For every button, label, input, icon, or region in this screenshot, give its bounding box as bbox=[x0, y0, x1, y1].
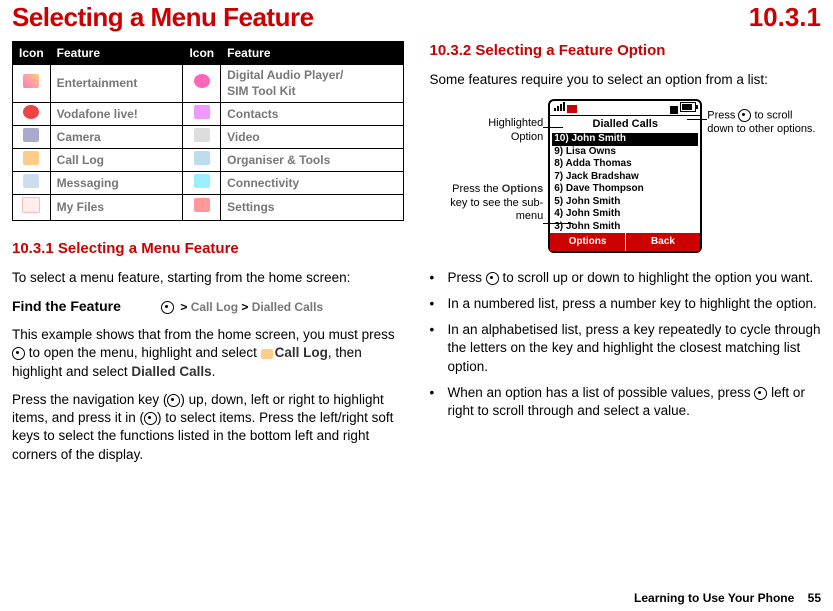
my-files-icon bbox=[22, 197, 40, 213]
battery-icon bbox=[680, 102, 696, 112]
nav-key-icon bbox=[144, 412, 157, 425]
phone-diagram: Highlighted Option Press the Options key… bbox=[430, 99, 822, 252]
entertainment-icon bbox=[23, 74, 39, 88]
ftf-path: > Call Log > Dialled Calls bbox=[161, 300, 323, 314]
th-feature-1: Feature bbox=[50, 42, 183, 65]
th-icon-2: Icon bbox=[183, 42, 221, 65]
list-item[interactable]: 8) Adda Thomas bbox=[552, 158, 698, 171]
organiser-icon bbox=[194, 151, 210, 165]
page-footer: Learning to Use Your Phone 55 bbox=[634, 591, 821, 605]
footer-section: Learning to Use Your Phone bbox=[634, 591, 794, 605]
list-item[interactable]: 4) John Smith bbox=[552, 208, 698, 221]
table-row: My Files Settings bbox=[13, 195, 404, 220]
annotation-options-key: Press the Options key to see the sub-men… bbox=[433, 183, 543, 223]
section-number: 10.3.1 bbox=[749, 2, 821, 33]
bold-call-log: Call Log bbox=[275, 345, 328, 360]
phone-screen-title: Dialled Calls bbox=[550, 116, 700, 133]
ftf-step-2: Dialled Calls bbox=[252, 300, 323, 314]
nav-key-icon bbox=[12, 347, 25, 360]
video-icon bbox=[194, 128, 210, 142]
cell-feature: Video bbox=[221, 125, 403, 148]
phone-screen: Dialled Calls 10) John Smith 9) Lisa Own… bbox=[548, 99, 702, 252]
sound-icon bbox=[670, 106, 678, 114]
list-item[interactable]: 5) John Smith bbox=[552, 196, 698, 209]
annotation-highlighted-option: Highlighted Option bbox=[453, 117, 543, 143]
table-row: Entertainment Digital Audio Player/ SIM … bbox=[13, 65, 404, 102]
messaging-icon bbox=[23, 174, 39, 188]
example-para: This example shows that from the home sc… bbox=[12, 326, 404, 381]
bullet-dot-icon bbox=[430, 384, 448, 420]
call-log-tile-icon bbox=[261, 349, 273, 359]
nav-key-icon bbox=[161, 301, 174, 314]
softkey-back[interactable]: Back bbox=[626, 233, 701, 251]
list-item[interactable]: 7) Jack Bradshaw bbox=[552, 171, 698, 184]
phone-softkey-bar: Options Back bbox=[550, 233, 700, 251]
cell-feature: Settings bbox=[221, 195, 403, 220]
list-item[interactable]: 3) John Smith bbox=[552, 221, 698, 234]
cell-feature: Connectivity bbox=[221, 172, 403, 195]
bullet-dot-icon bbox=[430, 295, 448, 313]
annotation-scroll: Press to scroll down to other options. bbox=[707, 109, 817, 136]
cell-feature: Vodafone live! bbox=[50, 102, 183, 125]
phone-status-bar bbox=[550, 101, 700, 116]
nav-key-icon bbox=[486, 272, 499, 285]
nav-key-icon bbox=[738, 109, 751, 122]
footer-page-number: 55 bbox=[808, 591, 821, 605]
cell-feature: My Files bbox=[50, 195, 183, 220]
right-column: 10.3.2 Selecting a Feature Option Some f… bbox=[430, 41, 822, 474]
th-icon-1: Icon bbox=[13, 42, 51, 65]
subheading-10-3-1: 10.3.1 Selecting a Menu Feature bbox=[12, 239, 404, 259]
list-item[interactable]: 9) Lisa Owns bbox=[552, 146, 698, 159]
phone-list: 10) John Smith 9) Lisa Owns 8) Adda Thom… bbox=[550, 133, 700, 233]
signal-icon bbox=[554, 102, 565, 111]
cell-feature: Messaging bbox=[50, 172, 183, 195]
intro-para: To select a menu feature, starting from … bbox=[12, 269, 404, 287]
nav-key-icon bbox=[167, 394, 180, 407]
camera-icon bbox=[23, 128, 39, 142]
settings-icon bbox=[194, 198, 210, 212]
connectivity-icon bbox=[194, 174, 210, 188]
cell-feature: Organiser & Tools bbox=[221, 148, 403, 171]
cell-feature: Call Log bbox=[50, 148, 183, 171]
bullet-item: In a numbered list, press a number key t… bbox=[430, 295, 822, 313]
find-the-feature: Find the Feature > Call Log > Dialled Ca… bbox=[12, 297, 404, 316]
carrier-icon bbox=[567, 105, 577, 113]
arrow-line bbox=[543, 127, 563, 128]
table-row: Camera Video bbox=[13, 125, 404, 148]
left-column: Icon Feature Icon Feature Entertainment … bbox=[12, 41, 404, 474]
list-item[interactable]: 6) Dave Thompson bbox=[552, 183, 698, 196]
table-row: Call Log Organiser & Tools bbox=[13, 148, 404, 171]
ftf-label: Find the Feature bbox=[12, 298, 121, 314]
page-title: Selecting a Menu Feature bbox=[12, 2, 314, 33]
bold-dialled-calls: Dialled Calls bbox=[131, 364, 211, 379]
nav-instruction-para: Press the navigation key () up, down, le… bbox=[12, 391, 404, 464]
ftf-step-1: Call Log bbox=[191, 300, 238, 314]
th-feature-2: Feature bbox=[221, 42, 403, 65]
bullet-dot-icon bbox=[430, 269, 448, 287]
table-row: Vodafone live! Contacts bbox=[13, 102, 404, 125]
contacts-icon bbox=[194, 105, 210, 119]
cell-feature: Entertainment bbox=[50, 65, 183, 102]
softkey-options[interactable]: Options bbox=[550, 233, 626, 251]
cell-feature: Digital Audio Player/ SIM Tool Kit bbox=[221, 65, 403, 102]
bullet-item: Press to scroll up or down to highlight … bbox=[430, 269, 822, 287]
bullet-dot-icon bbox=[430, 321, 448, 376]
cell-feature: Contacts bbox=[221, 102, 403, 125]
bullet-item: In an alphabetised list, press a key rep… bbox=[430, 321, 822, 376]
bullet-item: When an option has a list of possible va… bbox=[430, 384, 822, 420]
vodafone-icon bbox=[23, 105, 39, 119]
nav-key-icon bbox=[754, 387, 767, 400]
call-log-icon bbox=[23, 151, 39, 165]
table-row: Messaging Connectivity bbox=[13, 172, 404, 195]
arrow-line bbox=[687, 119, 707, 120]
icon-feature-table: Icon Feature Icon Feature Entertainment … bbox=[12, 41, 404, 221]
cell-feature: Camera bbox=[50, 125, 183, 148]
subheading-10-3-2: 10.3.2 Selecting a Feature Option bbox=[430, 41, 822, 61]
right-intro: Some features require you to select an o… bbox=[430, 71, 822, 89]
bold-options: Options bbox=[502, 183, 544, 195]
list-item[interactable]: 10) John Smith bbox=[552, 133, 698, 146]
audio-player-icon bbox=[194, 74, 210, 88]
arrow-line bbox=[543, 223, 573, 224]
